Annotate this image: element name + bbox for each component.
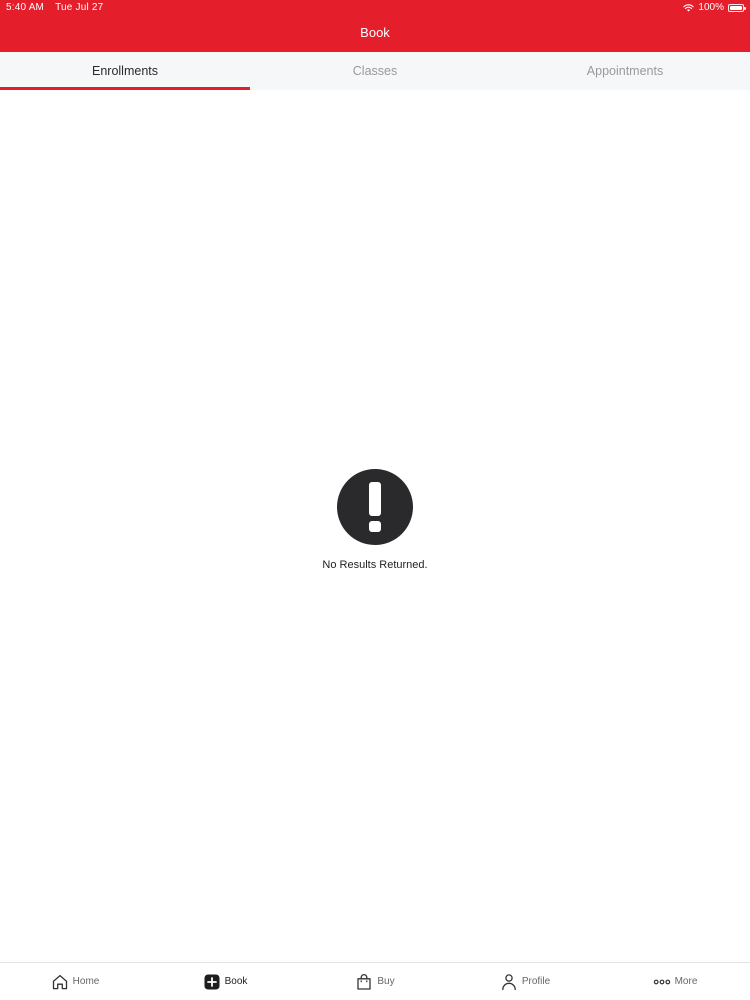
status-time: 5:40 AM: [6, 2, 45, 13]
shopping-bag-icon: [357, 973, 372, 990]
ellipsis-icon: [653, 979, 670, 984]
person-icon: [501, 973, 516, 990]
tab-classes[interactable]: Classes: [250, 52, 500, 90]
header-bar: 5:40 AM Tue Jul 27 100% Book: [0, 0, 750, 52]
nav-label-home: Home: [72, 976, 100, 987]
status-bar: 5:40 AM Tue Jul 27 100%: [0, 0, 750, 16]
nav-item-buy[interactable]: Buy: [300, 963, 450, 1000]
nav-label-more: More: [674, 976, 698, 987]
wifi-icon: [683, 4, 695, 12]
nav-label-profile: Profile: [521, 976, 551, 987]
exclamation-circle-icon: [337, 469, 413, 545]
bottom-nav: Home Book Buy Profile More: [0, 962, 750, 1000]
tab-appointments[interactable]: Appointments: [500, 52, 750, 90]
home-icon: [52, 974, 67, 989]
plus-square-icon: [204, 974, 220, 989]
exclamation-dot: [369, 521, 381, 532]
exclamation-bar: [369, 482, 381, 516]
status-date: Tue Jul 27: [55, 2, 104, 13]
page-title: Book: [360, 25, 390, 40]
battery-icon: [728, 4, 746, 12]
status-right: 100%: [683, 1, 746, 15]
status-left: 5:40 AM Tue Jul 27: [6, 1, 103, 15]
nav-item-home[interactable]: Home: [0, 963, 150, 1000]
nav-label-buy: Buy: [377, 976, 395, 987]
nav-label-book: Book: [224, 976, 248, 987]
battery-percent: 100%: [698, 2, 724, 13]
tab-bar: Enrollments Classes Appointments: [0, 52, 750, 90]
nav-item-more[interactable]: More: [600, 963, 750, 1000]
nav-item-profile[interactable]: Profile: [450, 963, 600, 1000]
empty-message: No Results Returned.: [322, 559, 428, 571]
nav-item-book[interactable]: Book: [150, 963, 300, 1000]
tab-enrollments[interactable]: Enrollments: [0, 52, 250, 90]
empty-state: No Results Returned.: [0, 469, 750, 571]
battery-fill: [730, 6, 742, 10]
